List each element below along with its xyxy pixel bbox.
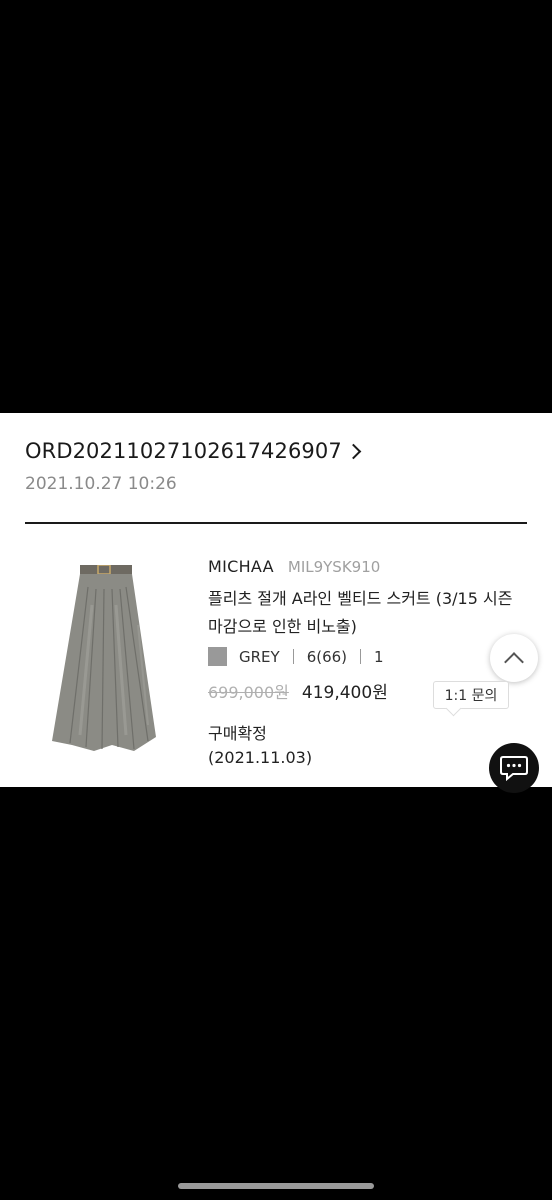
product-sku: MIL9YSK910	[287, 558, 381, 576]
option-quantity: 1	[374, 647, 384, 666]
product-image[interactable]	[42, 565, 172, 755]
option-separator	[292, 649, 294, 664]
order-number-link[interactable]: ORD20211027102617426907	[25, 439, 362, 463]
order-date: 2021.10.27 10:26	[25, 474, 177, 494]
home-indicator	[178, 1183, 374, 1189]
product-info: MICHAA MIL9YSK910 플리츠 절개 A라인 벨티드 스커트 (3/…	[208, 557, 528, 770]
sale-price: 419,400원	[301, 683, 388, 703]
color-swatch	[208, 647, 227, 666]
scroll-to-top-button[interactable]	[490, 634, 538, 682]
order-card: ORD20211027102617426907 2021.10.27 10:26	[0, 413, 552, 787]
option-separator	[360, 649, 362, 664]
inquiry-tooltip[interactable]: 1:1 문의	[433, 681, 509, 709]
order-status-date: (2021.11.03)	[208, 748, 313, 767]
screen: ORD20211027102617426907 2021.10.27 10:26	[0, 0, 552, 1200]
chat-button[interactable]	[489, 743, 539, 793]
original-price: 699,000원	[208, 682, 289, 702]
chat-bubble-icon	[500, 756, 528, 781]
skirt-illustration	[52, 565, 156, 751]
chevron-up-icon	[504, 651, 524, 672]
brand-name[interactable]: MICHAA	[208, 557, 274, 576]
option-color: GREY	[239, 647, 280, 666]
brand-row: MICHAA MIL9YSK910	[208, 557, 528, 576]
order-number-text: ORD20211027102617426907	[25, 439, 342, 463]
chevron-right-icon	[345, 443, 362, 460]
option-size: 6(66)	[306, 647, 348, 666]
divider	[25, 522, 527, 524]
product-name[interactable]: 플리츠 절개 A라인 벨티드 스커트 (3/15 시즌마감으로 인한 비노출)	[208, 585, 518, 641]
option-row: GREY 6(66) 1	[208, 647, 528, 666]
order-status: 구매확정	[208, 724, 267, 743]
